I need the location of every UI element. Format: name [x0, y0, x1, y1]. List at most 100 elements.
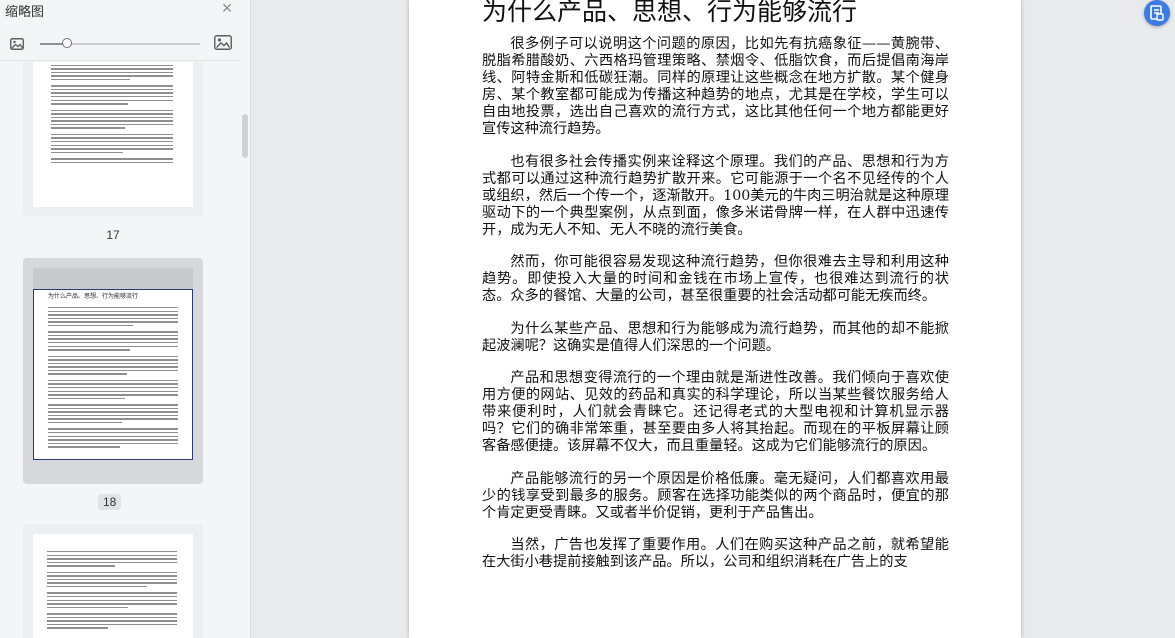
thumbnail-text-line: [47, 627, 109, 629]
thumbnail-text-line: [48, 394, 178, 396]
thumbnail-text-line: [47, 571, 177, 574]
thumbnail-text-line: [48, 349, 130, 351]
thumbnail-text-line: [51, 75, 173, 77]
document-view: 为什么产品、思想、行为能够流行 很多例子可以说明这个问题的原因，比如先有抗癌象征…: [252, 0, 1175, 638]
thumbnail-page-19[interactable]: [23, 524, 203, 638]
thumbnail-text-line: [48, 307, 178, 309]
image-small-icon[interactable]: [10, 37, 24, 55]
thumbnail-text-line: [48, 439, 178, 441]
sidebar-title: 缩略图: [5, 4, 45, 19]
page-body: 很多例子可以说明这个问题的原因，比如先有抗癌象征——黄腕带、脱脂希腊酸奶、六西格…: [482, 36, 949, 587]
thumbnail-text-line: [48, 321, 178, 323]
thumbnail-text-line: [51, 158, 173, 160]
thumbnail-text-line: [51, 96, 173, 98]
thumbnail-text-line: [47, 592, 177, 594]
thumbnail-text-line: [48, 387, 178, 389]
thumbnail-text-line: [48, 379, 178, 382]
sidebar-scrollbar[interactable]: [242, 114, 248, 158]
paragraph: 然而，你可能很容易发现这种流行趋势，但你很难去主导和利用这种趋势。即使投入大量的…: [482, 254, 949, 304]
thumbnail-text-line: [47, 575, 177, 577]
thumbnail-text-line: [51, 141, 173, 143]
thumbnail-text-line: [47, 558, 177, 560]
thumbnail-text-line: [51, 116, 173, 119]
thumbnail-text-line: [47, 565, 115, 567]
thumbnail-text-line: [48, 407, 178, 410]
thumbnail-text-line: [48, 428, 178, 430]
thumbnail-text-line: [51, 71, 173, 74]
thumbnail-text-line: [48, 359, 178, 361]
page-number: 17: [106, 228, 120, 242]
thumbnail-text-line: [48, 422, 123, 424]
thumbnail-text-line: [47, 623, 177, 626]
thumbnail-text-line: [47, 599, 177, 601]
thumbnail-text-line: [48, 404, 178, 406]
thumbnail-text-line: [48, 345, 178, 347]
thumbnail-text-line: [48, 390, 178, 392]
thumbnail-text-line: [51, 123, 173, 126]
thumbnail-text-line: [48, 331, 178, 333]
thumbnail-text-line: [48, 418, 178, 420]
thumbnail-text-line: [47, 613, 177, 615]
thumbnail-text-line: [47, 582, 177, 584]
thumbnail-text-line: [51, 144, 173, 146]
thumbnail-text-line: [47, 561, 177, 564]
thumbnail-text-line: [47, 595, 177, 598]
thumbnail-text-line: [48, 366, 178, 368]
thumbnail-text-line: [48, 310, 178, 312]
floating-tool-icon[interactable]: [1144, 0, 1170, 26]
thumbnail-text-line: [51, 64, 173, 66]
thumbnail-text-line: [51, 133, 173, 136]
paragraph: 很多例子可以说明这个问题的原因，比如先有抗癌象征——黄腕带、脱脂希腊酸奶、六西格…: [482, 36, 949, 137]
thumbnail-text-line: [47, 554, 177, 556]
close-icon[interactable]: ×: [219, 0, 235, 17]
thumbnail-text-line: [47, 603, 177, 605]
thumbnail-text-line: [48, 383, 178, 385]
thumbnail-text-line: [47, 620, 177, 622]
thumbnail-text-line: [47, 578, 177, 581]
thumbnail-text-line: [51, 92, 173, 94]
thumbnail-text-line: [48, 435, 178, 437]
thumbnail-text-line: [51, 109, 173, 111]
thumbnail-text-line: [48, 442, 178, 445]
thumbnail-text-line: [48, 369, 178, 372]
paragraph: 产品和思想变得流行的一个理由就是渐进性改善。我们倾向于喜欢使用方便的网站、见效的…: [482, 370, 949, 454]
page-number-selected: 18: [98, 494, 122, 510]
thumbnail-text-line: [51, 78, 131, 81]
thumbnail-text-line: [48, 324, 133, 327]
thumbnail-image: 为什么产品、思想、行为能够流行: [33, 268, 193, 460]
thumbnail-text-line: [51, 99, 173, 101]
thumbnail-text-line: [48, 397, 125, 400]
thumbnail-text-line: [48, 373, 128, 375]
thumbnail-text-line: [51, 113, 173, 115]
image-large-icon[interactable]: [214, 35, 232, 55]
thumbnail-text-line: [47, 606, 128, 609]
thumbnail-text-line: [51, 120, 173, 122]
thumbnail-text-line: [48, 411, 178, 413]
thumbnail-text-line: [48, 362, 178, 365]
thumbnail-text-line: [51, 148, 173, 150]
thumbnail-text-line: [51, 127, 126, 129]
thumbnail-page-17[interactable]: [23, 62, 203, 216]
thumbnail-page-18[interactable]: 为什么产品、思想、行为能够流行: [23, 258, 203, 484]
thumbnail-text-line: [51, 85, 173, 87]
thumbnail-text-line: [48, 431, 178, 434]
thumbnail-text-line: [48, 314, 178, 316]
thumbnail-toolbar: [0, 24, 240, 61]
thumbnail-list: 17 为什么产品、思想、行为能够流行 18: [0, 62, 240, 638]
thumbnail-text-line: [51, 103, 128, 105]
page-heading: 为什么产品、思想、行为能够流行: [482, 0, 858, 26]
thumbnail-image: [33, 534, 193, 638]
thumbnail-text-line: [48, 342, 178, 344]
document-page: 为什么产品、思想、行为能够流行 很多例子可以说明这个问题的原因，比如先有抗癌象征…: [409, 0, 1021, 638]
thumbnail-text-line: [48, 446, 120, 448]
thumbnail-text-line: [51, 137, 173, 139]
thumbnail-text-line: [47, 551, 177, 553]
paragraph: 产品能够流行的另一个原因是价格低廉。毫无疑问，人们都喜欢用最少的钱享受到最多的服…: [482, 470, 949, 521]
zoom-slider-handle[interactable]: [62, 38, 73, 48]
paragraph: 也有很多社会传播实例来诠释这个原理。我们的产品、思想和行为方式都可以通过这种流行…: [482, 153, 949, 238]
thumbnail-image: [33, 62, 193, 207]
thumbnail-text-line: [51, 151, 123, 154]
thumbnail-text-line: [48, 338, 178, 340]
paragraph: 当然，广告也发挥了重要作用。人们在购买这种产品之前，就希望能在大街小巷提前接触到…: [482, 537, 949, 570]
thumbnail-heading: 为什么产品、思想、行为能够流行: [48, 293, 139, 300]
